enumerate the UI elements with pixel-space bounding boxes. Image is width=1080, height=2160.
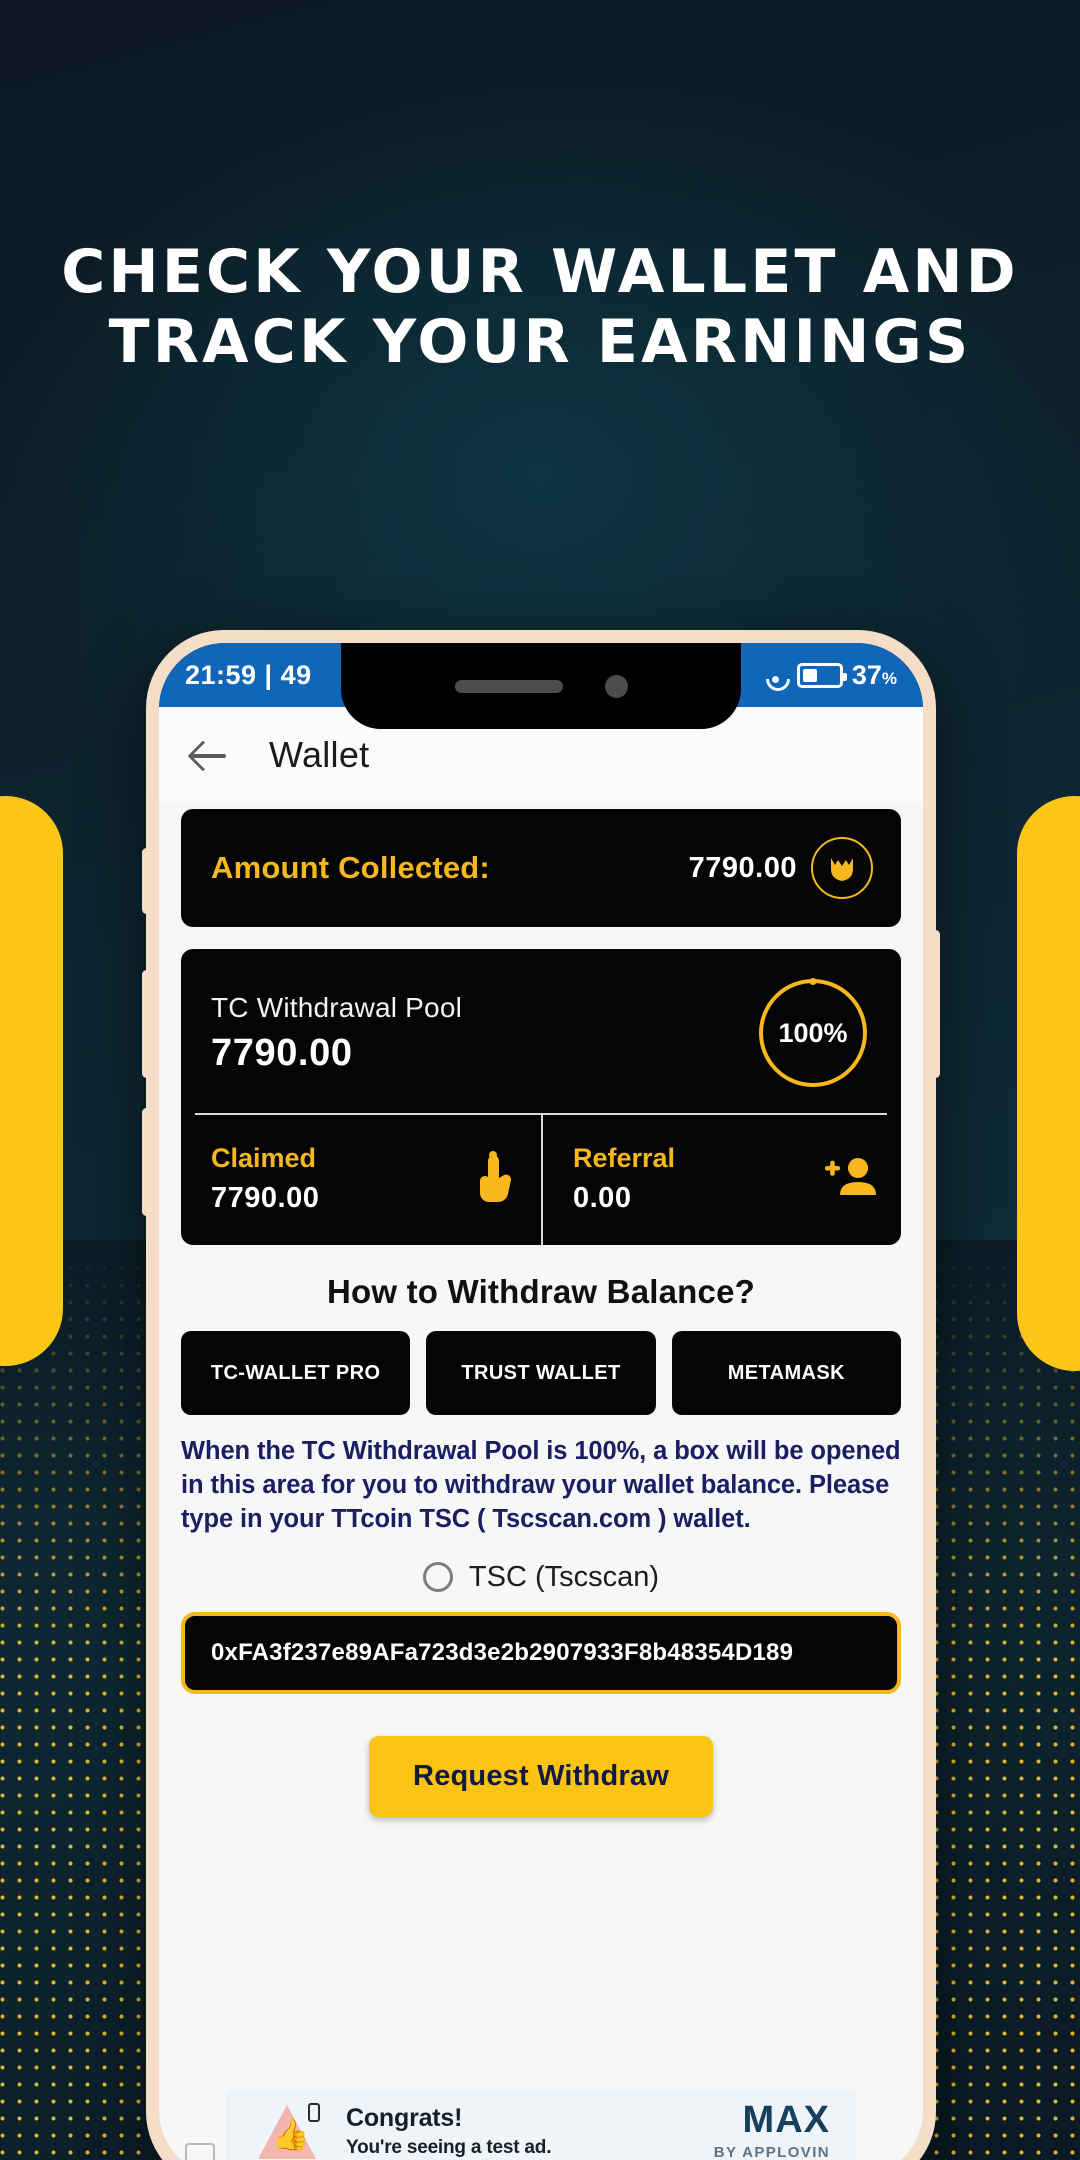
withdrawal-pool-summary: TC Withdrawal Pool 7790.00 100%: [181, 949, 901, 1113]
phone-button-volume-up[interactable]: [142, 970, 151, 1078]
decor-bar-left: [0, 796, 63, 1366]
ad-banner[interactable]: 👍 Congrats! You're seeing a test ad. MAX…: [159, 2085, 923, 2160]
phone-button-silent[interactable]: [142, 848, 151, 914]
status-bar-time: 21:59 | 49: [185, 659, 312, 690]
add-person-icon: [823, 1155, 877, 1204]
amount-collected-value-group: 7790.00: [689, 837, 873, 899]
tap-hand-icon: [471, 1150, 517, 1208]
request-withdraw-button[interactable]: Request Withdraw: [369, 1735, 713, 1817]
stat-referral-text: Referral 0.00: [573, 1143, 675, 1215]
wallet-option-metamask[interactable]: METAMASK: [671, 1331, 901, 1415]
amount-collected-card: Amount Collected: 7790.00: [181, 809, 901, 927]
amount-collected-label: Amount Collected:: [211, 850, 490, 885]
coin-icon: [811, 837, 873, 899]
stat-claimed-label: Claimed: [211, 1143, 317, 1173]
withdrawal-pool-value: 7790.00: [211, 1031, 353, 1074]
dot-pattern-left: [0, 1260, 144, 2160]
ad-subtitle: You're seeing a test ad.: [346, 2136, 552, 2158]
page-title: Wallet: [269, 734, 370, 775]
promo-headline-line-1: Check your wallet and: [61, 237, 1019, 307]
withdraw-instructions: When the TC Withdrawal Pool is 100%, a b…: [181, 1437, 901, 1533]
phone-mockup: 21:59 | 49 37% Wallet Amount Collected: …: [142, 630, 940, 2160]
phone-button-volume-down[interactable]: [142, 1108, 151, 1216]
stat-referral-value: 0.00: [573, 1182, 632, 1214]
recents-nav-icon[interactable]: [185, 2143, 215, 2160]
battery-icon: [796, 662, 847, 688]
ad-logo: MAX BY APPLOVIN: [714, 2101, 830, 2160]
how-to-withdraw-title: How to Withdraw Balance?: [326, 1273, 756, 1310]
withdraw-action-row: Request Withdraw: [181, 1735, 901, 1817]
wallet-option-trust-wallet[interactable]: TRUST WALLET: [426, 1331, 656, 1415]
wallet-address-input[interactable]: 0xFA3f237e89AFa723d3e2b2907933F8b48354D1…: [181, 1611, 901, 1694]
ad-copy: Congrats! You're seeing a test ad.: [346, 2104, 692, 2159]
promo-headline-line-2: track your earnings: [108, 306, 972, 377]
wifi-icon: [764, 665, 788, 685]
status-bar-indicators: 37%: [764, 660, 897, 691]
phone-screen: 21:59 | 49 37% Wallet Amount Collected: …: [159, 643, 923, 2160]
wallet-option-tc-wallet-pro[interactable]: TC-WALLET PRO: [181, 1331, 411, 1415]
phone-notch: [341, 643, 741, 729]
wallet-options-row: TC-WALLET PRO TRUST WALLET METAMASK: [181, 1331, 901, 1415]
progress-ring-label: 100%: [778, 1017, 848, 1048]
phone-button-power[interactable]: [931, 930, 940, 1078]
radio-label-tsc: TSC (Tscscan): [468, 1560, 660, 1593]
withdrawal-pool-title: TC Withdrawal Pool: [211, 991, 463, 1023]
withdrawal-pool-card: TC Withdrawal Pool 7790.00 100% Claimed …: [181, 949, 901, 1245]
progress-ring: 100%: [759, 979, 867, 1087]
app-screen: Wallet Amount Collected: 7790.00 TC With…: [159, 707, 923, 2160]
promo-screenshot: Check your wallet and track your earning…: [0, 0, 1080, 2160]
ad-logo-sub: BY APPLOVIN: [713, 2144, 830, 2160]
battery-percent: 37%: [851, 659, 897, 690]
withdrawal-pool-text: TC Withdrawal Pool 7790.00: [211, 992, 462, 1075]
network-option-row[interactable]: TSC (Tscscan): [181, 1561, 901, 1594]
radio-button-tsc[interactable]: [422, 1562, 453, 1593]
ad-logo-main: MAX: [742, 2099, 830, 2141]
stat-claimed-text: Claimed 7790.00: [211, 1143, 319, 1215]
stat-claimed: Claimed 7790.00: [181, 1115, 541, 1245]
back-arrow-icon[interactable]: [189, 734, 231, 776]
stat-claimed-value: 7790.00: [211, 1182, 320, 1214]
front-camera: [604, 674, 628, 698]
pool-stats-row: Claimed 7790.00 Referral 0.00: [181, 1115, 901, 1245]
decor-bar-right: [1017, 796, 1080, 1371]
wallet-content: Amount Collected: 7790.00 TC Withdrawal …: [159, 803, 923, 2160]
stat-referral: Referral 0.00: [541, 1115, 901, 1245]
earpiece-speaker: [454, 679, 563, 693]
ad-banner-inner[interactable]: 👍 Congrats! You're seeing a test ad. MAX…: [226, 2090, 856, 2160]
promo-headline: Check your wallet and track your earning…: [0, 237, 1080, 377]
ad-title: Congrats!: [346, 2103, 463, 2132]
thumbs-up-icon: 👍: [252, 2101, 324, 2160]
stat-referral-label: Referral: [573, 1143, 676, 1173]
amount-collected-value: 7790.00: [688, 851, 797, 884]
